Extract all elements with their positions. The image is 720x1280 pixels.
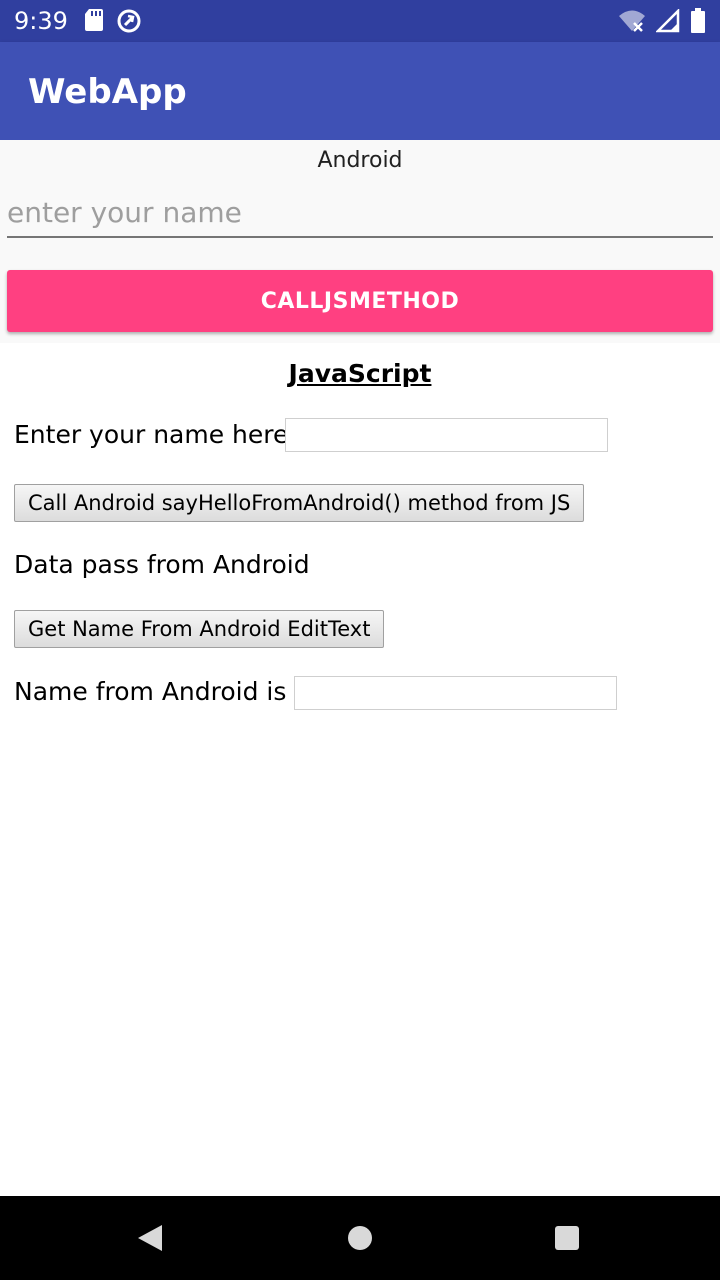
sync-icon [116, 8, 142, 39]
name-from-android-field[interactable] [294, 676, 617, 710]
call-js-method-button[interactable]: CALLJSMETHOD [7, 270, 713, 332]
android-label: Android [317, 148, 403, 173]
battery-icon [690, 8, 706, 39]
javascript-heading: JavaScript [288, 359, 432, 388]
wifi-off-icon [618, 9, 646, 38]
signal-icon [654, 7, 680, 38]
status-bar: 9:39 [0, 0, 720, 42]
webview: JavaScript Enter your name here Call And… [0, 343, 720, 1196]
name-edit-text[interactable] [7, 188, 713, 238]
get-name-from-android-button[interactable]: Get Name From Android EditText [14, 610, 385, 648]
navigation-bar [0, 1196, 720, 1280]
app-bar: WebApp [0, 42, 720, 140]
app-title: WebApp [28, 72, 187, 112]
android-section: Android CALLJSMETHOD [0, 140, 720, 343]
sd-card-icon [84, 8, 104, 39]
home-icon[interactable] [347, 1225, 373, 1256]
data-pass-text: Data pass from Android [14, 550, 310, 579]
enter-name-label: Enter your name here [14, 420, 289, 449]
name-from-android-label: Name from Android is [14, 677, 287, 706]
say-hello-from-android-button[interactable]: Call Android sayHelloFromAndroid() metho… [14, 484, 585, 522]
recents-icon[interactable] [554, 1225, 580, 1256]
back-icon[interactable] [136, 1223, 164, 1258]
js-name-input[interactable] [285, 418, 608, 452]
status-time: 9:39 [14, 7, 68, 35]
